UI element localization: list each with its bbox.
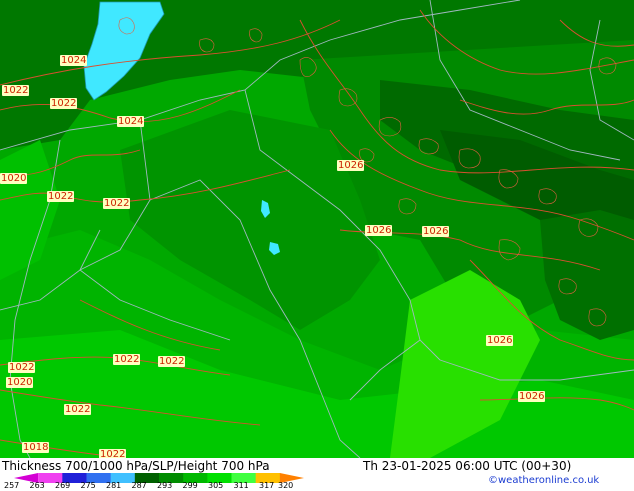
pressure-label: 1026	[365, 225, 393, 236]
pressure-label: 1026	[518, 391, 546, 402]
pressure-label: 1026	[486, 335, 514, 346]
color-scale-tick: 293	[157, 481, 173, 490]
pressure-label: 1022	[99, 449, 127, 458]
pressure-label: 1018	[22, 442, 50, 453]
color-scale-tick: 305	[208, 481, 224, 490]
color-scale-tick: 317	[259, 481, 275, 490]
color-scale-tick: 299	[182, 481, 198, 490]
map-canvas	[0, 0, 634, 458]
pressure-label: 1022	[47, 191, 75, 202]
map-footer: Thickness 700/1000 hPa/SLP/Height 700 hP…	[0, 458, 634, 490]
color-scale-tick: 263	[29, 481, 45, 490]
pressure-label: 1022	[113, 354, 141, 365]
color-scale-tick: 311	[233, 481, 249, 490]
pressure-label: 1024	[117, 116, 145, 127]
forecast-datetime: Th 23-01-2025 06:00 UTC (00+30)	[363, 459, 572, 473]
pressure-label: 1026	[337, 160, 365, 171]
color-scale-tick: 257	[4, 481, 20, 490]
pressure-label: 1022	[50, 98, 78, 109]
map-title: Thickness 700/1000 hPa/SLP/Height 700 hP…	[2, 459, 270, 473]
pressure-label: 1022	[8, 362, 36, 373]
pressure-label: 1020	[6, 377, 34, 388]
color-scale-tick: 287	[131, 481, 147, 490]
pressure-label: 1022	[158, 356, 186, 367]
color-scale-tick: 320	[278, 481, 294, 490]
pressure-label: 1022	[2, 85, 30, 96]
color-scale-tick: 275	[80, 481, 96, 490]
color-scale-tick: 269	[55, 481, 71, 490]
weather-map: 1024 1022 1022 1024 1020 1022 1022 1026 …	[0, 0, 634, 458]
pressure-label: 1022	[64, 404, 92, 415]
pressure-label: 1026	[422, 226, 450, 237]
pressure-label: 1022	[103, 198, 131, 209]
pressure-label: 1020	[0, 173, 28, 184]
color-scale-tick: 281	[106, 481, 122, 490]
pressure-label: 1024	[60, 55, 88, 66]
source-credit: ©weatheronline.co.uk	[488, 475, 600, 486]
